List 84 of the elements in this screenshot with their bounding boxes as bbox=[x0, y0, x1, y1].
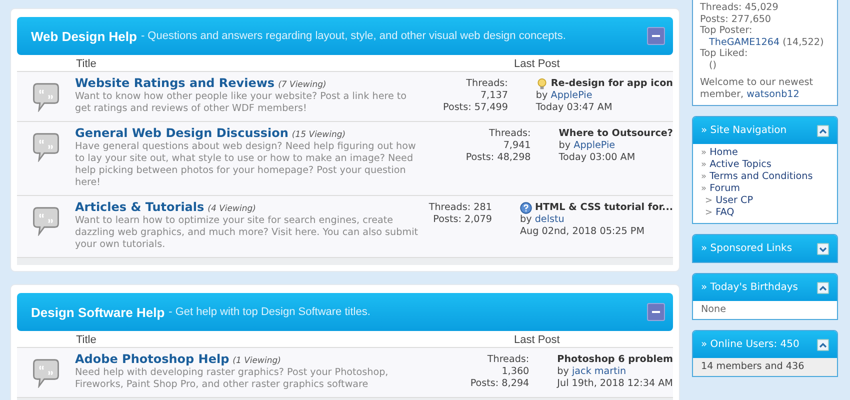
last-post-title-link[interactable]: Re-design for app icon bbox=[550, 78, 673, 90]
by-label: by bbox=[558, 140, 571, 151]
sidebar-block-title: » Online Users: 450 bbox=[701, 339, 800, 350]
newest-member-link[interactable]: watsonb12 bbox=[746, 88, 800, 100]
last-post-title-link[interactable]: HTML & CSS tutorial for... bbox=[534, 202, 673, 214]
toggle-button[interactable] bbox=[817, 124, 829, 136]
question-icon bbox=[520, 202, 532, 214]
toggle-button[interactable] bbox=[817, 338, 829, 350]
username-link[interactable]: ApplePie bbox=[574, 140, 616, 151]
threads-label: Threads: bbox=[487, 354, 530, 366]
last-post-title-link[interactable]: Where to Outsource? bbox=[558, 128, 673, 140]
sidebar-block-title: » Site Navigation bbox=[701, 125, 787, 136]
post-count: (14,522) bbox=[782, 36, 824, 48]
column-header: Last Post bbox=[514, 58, 560, 70]
threads-label: Threads: bbox=[489, 128, 531, 140]
username-link[interactable]: jack martin bbox=[572, 366, 626, 377]
speech-bubble-icon bbox=[32, 206, 60, 236]
last-post-time: Today 03:47 AM bbox=[536, 102, 614, 114]
nav-link[interactable]: FAQ bbox=[716, 207, 734, 218]
forum-title-link[interactable]: Website Ratings and Reviews bbox=[75, 76, 275, 90]
last-post-title-link[interactable]: Photoshop 6 problem bbox=[557, 354, 673, 366]
column-header: Last Post bbox=[514, 334, 560, 346]
nav-link[interactable]: Home bbox=[710, 147, 738, 158]
viewing-count: (7 Viewing) bbox=[278, 80, 326, 90]
viewing-count: (4 Viewing) bbox=[208, 204, 256, 214]
thread-count: 7,137 bbox=[480, 90, 508, 102]
nav-link[interactable]: Terms and Conditions bbox=[710, 171, 813, 182]
top-liked-label: Top Liked: bbox=[700, 48, 749, 60]
thread-count: 1,360 bbox=[502, 366, 530, 378]
post-count: Posts: 57,499 bbox=[443, 102, 508, 114]
nav-link[interactable]: User CP bbox=[716, 195, 754, 206]
welcome-text: Welcome to our newest member, watsonb12 bbox=[700, 77, 814, 100]
sidebar-block-title: » Today's Birthdays bbox=[701, 282, 798, 293]
post-count: Posts: 48,298 bbox=[466, 152, 531, 164]
top-liked-value: () bbox=[709, 60, 718, 71]
last-post-time: Today 03:00 AM bbox=[558, 152, 636, 164]
sidebar-block-title: » Sponsored Links bbox=[701, 243, 792, 254]
post-count: Posts: 8,294 bbox=[470, 378, 530, 390]
nav-link[interactable]: Forum bbox=[710, 183, 740, 194]
toggle-button[interactable] bbox=[817, 242, 829, 254]
username-link[interactable]: delstu bbox=[534, 214, 564, 225]
bullet-mark: > bbox=[705, 196, 713, 206]
sidebar-text: 14 members and 436 bbox=[701, 361, 804, 372]
bullet-mark: » bbox=[701, 160, 707, 170]
viewing-count: (1 Viewing) bbox=[232, 356, 281, 366]
speech-bubble-icon bbox=[32, 358, 60, 388]
speech-bubble-icon bbox=[32, 82, 60, 112]
top-poster-label: Top Poster: bbox=[700, 25, 754, 36]
thread-count: 7,941 bbox=[503, 140, 531, 152]
bullet-mark: » bbox=[701, 148, 707, 158]
threads-label: Threads: bbox=[466, 78, 508, 90]
column-header: Title bbox=[76, 334, 98, 346]
section-description: - Get help with top Design Software titles. bbox=[168, 306, 372, 318]
lightbulb-icon bbox=[536, 78, 548, 90]
by-label: by bbox=[557, 366, 569, 377]
bullet-mark: » bbox=[701, 184, 707, 194]
column-header: Title bbox=[76, 58, 98, 70]
forum-description: Need help with developing raster graphics? Post your Photoshop, Fireworks, Paint Shop Pro, and other raster graphics software bbox=[75, 367, 390, 391]
forum-description: Want to learn how to optimize your site for search engines, create dazzling web graphics, and much more? Visit here. You can also submit your own tutorials. bbox=[75, 215, 420, 251]
bullet-mark: » bbox=[701, 172, 707, 182]
forum-description: Want to know how other people like your website? Post a link here to get ratings and reviews of other WDF members! bbox=[75, 91, 408, 115]
thread-total: Threads: 45,029 bbox=[700, 2, 780, 14]
forum-title-link[interactable]: Adobe Photoshop Help bbox=[75, 352, 230, 366]
toggle-button[interactable] bbox=[817, 282, 829, 294]
last-post-time: Aug 02nd, 2018 05:25 PM bbox=[520, 226, 646, 238]
post-total: Posts: 277,650 bbox=[700, 14, 772, 25]
thread-count: Threads: 281 bbox=[428, 202, 492, 214]
speech-bubble-icon bbox=[32, 132, 60, 162]
top-poster-link[interactable]: TheGAME1264 bbox=[709, 36, 780, 48]
viewing-count: (15 Viewing) bbox=[292, 130, 346, 140]
sidebar-text: None bbox=[701, 304, 726, 315]
nav-link[interactable]: Active Topics bbox=[710, 159, 772, 170]
forum-title-link[interactable]: General Web Design Discussion bbox=[75, 126, 288, 140]
post-count: Posts: 2,079 bbox=[433, 214, 492, 226]
username-link[interactable]: ApplePie bbox=[550, 90, 592, 101]
last-post-time: Jul 19th, 2018 12:34 AM bbox=[557, 378, 673, 390]
bullet-mark: > bbox=[705, 208, 713, 218]
by-label: by bbox=[536, 90, 548, 101]
by-label: by bbox=[520, 214, 532, 225]
section-description: - Questions and answers regarding layout, style, and other visual web design concepts. bbox=[140, 30, 567, 42]
forum-description: Have general questions about web design? Need help figuring out how to lay your site out, what style to use or how to make an image? Need help picking between photos for your homepage? Post your question here! bbox=[75, 141, 417, 189]
forum-title-link[interactable]: Articles & Tutorials bbox=[75, 200, 204, 214]
collapse-button[interactable] bbox=[647, 27, 665, 45]
collapse-button[interactable] bbox=[647, 303, 665, 321]
